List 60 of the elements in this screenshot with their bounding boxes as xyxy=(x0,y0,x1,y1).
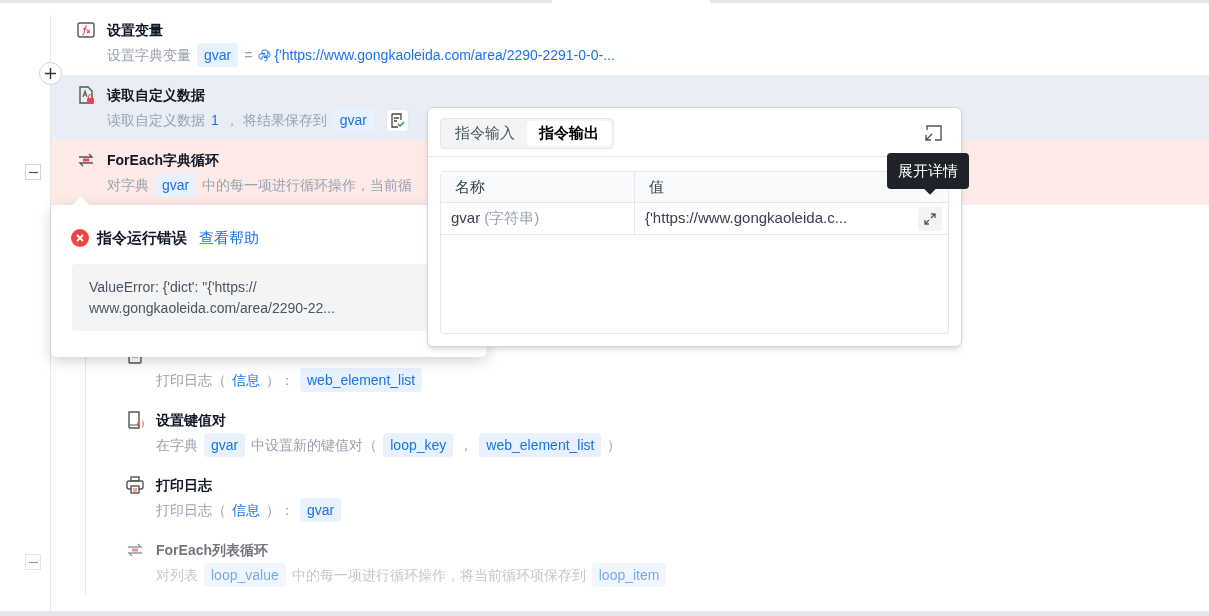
tooltip: 展开详情 xyxy=(887,153,969,189)
help-link[interactable]: 查看帮助 xyxy=(199,227,259,250)
variable-chip: web_element_list xyxy=(479,433,602,457)
description-text: ）： xyxy=(266,500,294,520)
printer-icon xyxy=(125,475,145,495)
description-text: 打印日志（ xyxy=(156,500,226,520)
variable-chip: web_element_list xyxy=(300,368,423,392)
description-text: 设置字典变量 xyxy=(107,45,191,65)
description-text: 打印日志（ xyxy=(156,370,226,390)
error-message: ValueError: {'dict': "{'https:// www.gongkaoleida.com/area/2290-22... xyxy=(89,278,336,318)
step-title: 打印日志 xyxy=(156,476,213,495)
variable-chip: gvar xyxy=(300,498,342,522)
add-step-button[interactable] xyxy=(39,62,62,85)
type-label: (字符串) xyxy=(484,208,540,229)
plus-icon xyxy=(45,68,56,79)
collapse-icon[interactable] xyxy=(923,124,943,142)
description-text: = xyxy=(244,45,253,65)
description-text: 中设置新的键值对（ xyxy=(251,435,378,455)
expand-icon xyxy=(923,211,937,226)
tab[interactable]: 指令输入 xyxy=(443,121,527,146)
value-text: 1 xyxy=(211,110,219,130)
tab[interactable]: 指令输出 xyxy=(527,121,611,146)
description-text: 中的每一项进行循环操作，将当前循环项保存到 xyxy=(291,565,586,585)
variable-chip: gvar xyxy=(197,43,239,67)
variable-chip: gvar xyxy=(332,108,374,132)
column-header: 名称 xyxy=(441,172,635,202)
description-text: 中的每一项进行循环操作，当前循 xyxy=(202,175,413,195)
value-text: 信息 xyxy=(232,370,260,390)
value-text: {'https://www.gongkaoleida.com/area/2290-2291-0-0-... xyxy=(274,45,615,65)
variable-chip: loop_item xyxy=(591,563,667,587)
python-icon xyxy=(258,48,272,62)
function-icon xyxy=(76,20,96,40)
error-icon xyxy=(71,229,89,248)
step-title: 设置键值对 xyxy=(156,411,227,430)
table-cell-text: {'https://www.gongkaoleida.c... xyxy=(645,208,848,229)
result-check-button[interactable] xyxy=(385,108,409,132)
document-lock-icon xyxy=(76,85,96,105)
variable-chip: loop_key xyxy=(383,433,454,457)
collapse-toggle[interactable] xyxy=(25,164,41,180)
value-text: 信息 xyxy=(232,500,260,520)
step-title: 读取自定义数据 xyxy=(107,86,206,105)
description-text: 在字典 xyxy=(156,435,198,455)
book-braces-icon xyxy=(125,410,145,430)
step-title: ForEach字典循环 xyxy=(107,151,220,170)
variable-chip: gvar xyxy=(204,433,246,457)
variable-chip: gvar xyxy=(155,173,197,197)
description-text: 对字典 xyxy=(107,175,149,195)
description-text: ， xyxy=(459,435,474,455)
expand-button[interactable] xyxy=(918,206,942,231)
step-title: 设置变量 xyxy=(107,21,164,40)
description-text: 读取自定义数据 xyxy=(107,110,205,130)
column-header: 值 xyxy=(648,176,665,197)
description-text: ） xyxy=(607,435,622,455)
table-cell-text: gvar xyxy=(451,208,481,229)
description-text: ， 将结果保存到 xyxy=(224,110,327,130)
variable-chip: loop_value xyxy=(204,563,286,587)
error-title: 指令运行错误 xyxy=(97,228,187,248)
description-text: ）： xyxy=(266,370,294,390)
description-text: 对列表 xyxy=(156,565,198,585)
step-title: ForEach列表循环 xyxy=(156,541,269,560)
